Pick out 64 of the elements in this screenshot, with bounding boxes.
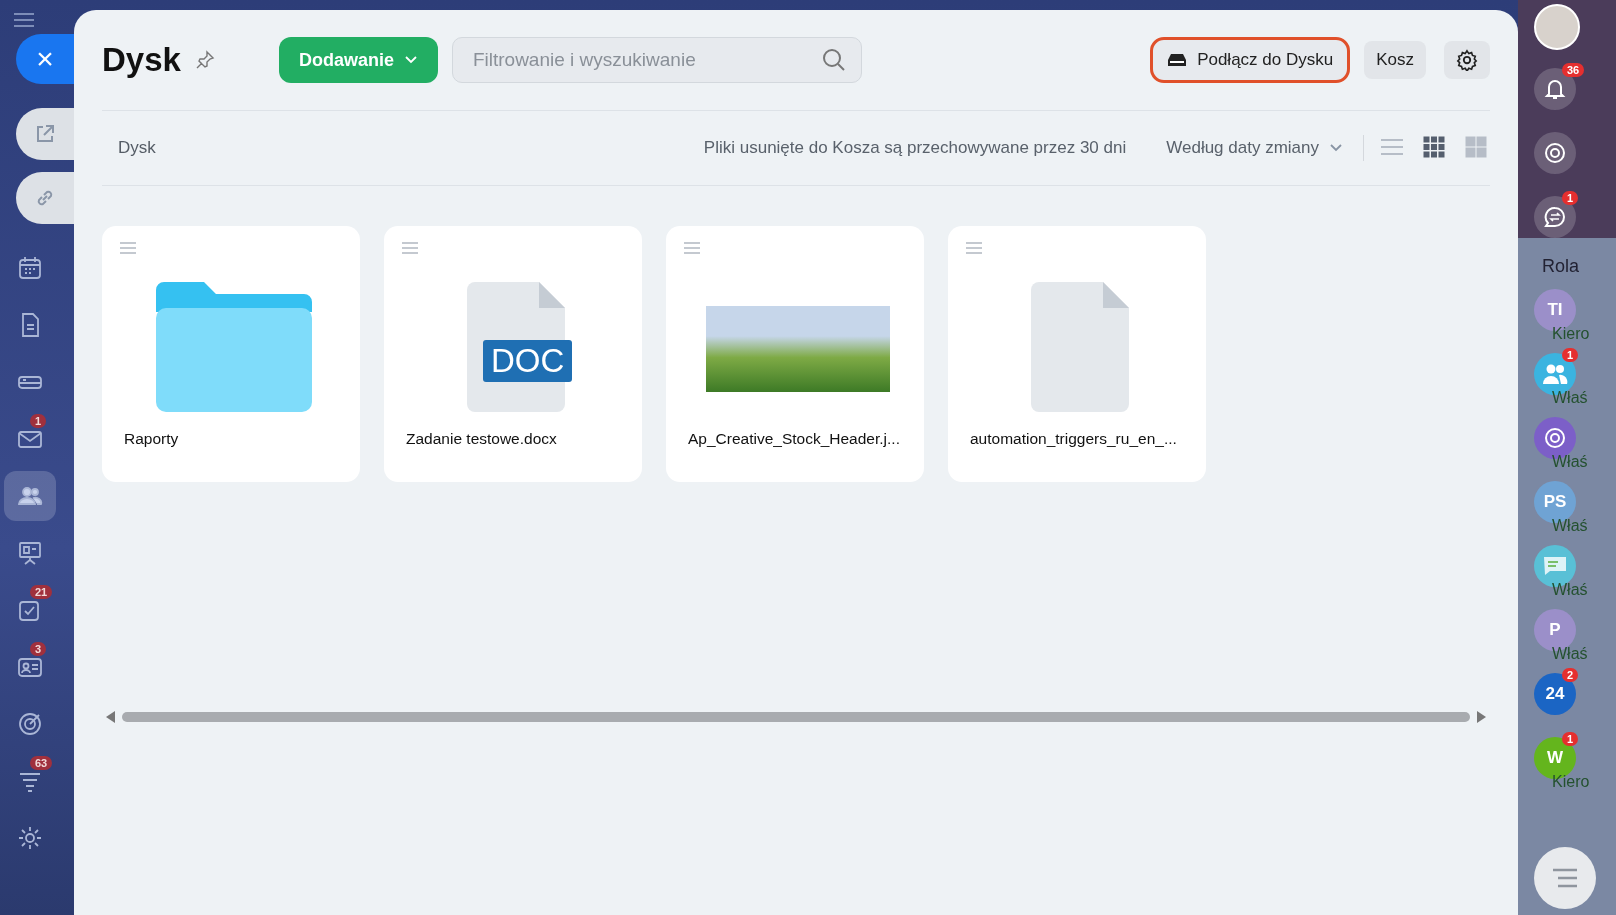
open-tab[interactable] [16, 108, 74, 160]
doc-card[interactable]: DOC Zadanie testowe.docx [384, 226, 642, 482]
presentation-icon [17, 540, 43, 566]
folder-card[interactable]: Raporty [102, 226, 360, 482]
gear-icon [1456, 49, 1478, 71]
search-icon[interactable] [821, 48, 846, 72]
menu-icon[interactable] [13, 12, 35, 28]
count-badge: 63 [30, 756, 53, 770]
list-icon [1552, 868, 1578, 888]
pin-icon[interactable] [194, 50, 215, 70]
close-button[interactable]: × [16, 34, 74, 84]
image-card[interactable]: Ap_Creative_Stock_Header.j... [666, 226, 924, 482]
contact-card-nav-item[interactable]: 3 [4, 642, 56, 692]
sort-dropdown[interactable]: Według daty zmiany [1160, 137, 1349, 159]
chat-icon[interactable] [1534, 196, 1576, 238]
file-name: automation_triggers_ru_en_... [970, 430, 1178, 448]
tasks-nav-item[interactable]: 21 [4, 585, 56, 635]
calendar-icon [17, 255, 43, 281]
mail-nav-item[interactable]: 1 [4, 414, 56, 464]
file-name: Zadanie testowe.docx [406, 430, 558, 448]
role-tag: Właś [1552, 453, 1588, 471]
funnel-nav-item[interactable]: 63 [4, 756, 56, 806]
blank-file-icon [1031, 282, 1129, 412]
file-name: Raporty [124, 430, 180, 448]
count-badge: 1 [1562, 348, 1579, 362]
target-icon [17, 711, 43, 737]
avatar-placeholder[interactable] [1534, 4, 1580, 50]
role-tag: Właś [1552, 389, 1588, 407]
drag-handle-icon[interactable] [120, 242, 136, 254]
search-field[interactable]: Filtrowanie i wyszukiwanie [451, 37, 862, 83]
scroll-left-icon[interactable] [106, 711, 116, 723]
scroll-right-icon[interactable] [1476, 711, 1486, 723]
settings-button[interactable] [1444, 41, 1490, 79]
people-nav-item[interactable] [4, 471, 56, 521]
caret-icon [403, 55, 418, 65]
count-badge: 1 [1562, 191, 1579, 205]
drag-handle-icon[interactable] [966, 242, 982, 254]
count-badge: 1 [30, 414, 47, 428]
connect-drive-button[interactable]: Podłącz do Dysku [1150, 37, 1351, 83]
scroll-thumb[interactable] [122, 712, 1470, 722]
trash-notice: Pliki usunięte do Kosza są przechowywane przez 30 dni [703, 138, 1127, 158]
count-badge: 36 [1562, 63, 1585, 77]
file-type-label: DOC [483, 340, 573, 382]
drive-icon [1167, 52, 1188, 68]
file-card[interactable]: automation_triggers_ru_en_... [948, 226, 1206, 482]
link-tab[interactable] [16, 172, 74, 224]
drag-handle-icon[interactable] [684, 242, 700, 254]
count-badge: 21 [30, 585, 53, 599]
external-link-icon [34, 123, 56, 145]
page-title: Dysk [102, 41, 181, 79]
folder-icon [156, 282, 312, 412]
drag-handle-icon[interactable] [402, 242, 418, 254]
role-tag: Właś [1552, 581, 1588, 599]
gear-icon [17, 825, 43, 851]
add-button[interactable]: Dodawanie [278, 37, 438, 83]
spiral-icon[interactable] [1534, 132, 1576, 174]
count-badge: 2 [1562, 668, 1579, 682]
caret-icon [1329, 143, 1343, 153]
breadcrumb[interactable]: Dysk [118, 138, 156, 158]
file-name: Ap_Creative_Stock_Header.j... [688, 430, 901, 448]
count-badge: 3 [30, 642, 47, 656]
trash-button[interactable]: Kosz [1364, 41, 1426, 79]
role-label: Rola [1542, 256, 1580, 277]
count-badge: 1 [1562, 732, 1579, 746]
